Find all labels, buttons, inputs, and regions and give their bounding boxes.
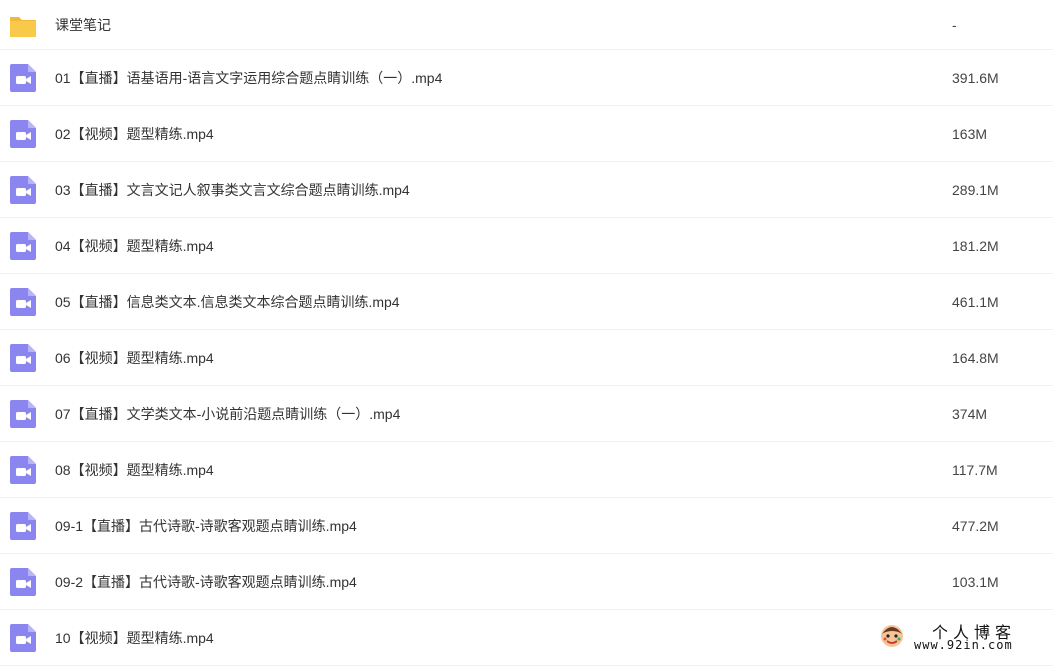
- avatar-icon: [881, 625, 903, 647]
- list-item[interactable]: 04【视频】题型精练.mp4 181.2M: [0, 218, 1053, 274]
- file-name: 07【直播】文学类文本-小说前沿题点睛训练（一）.mp4: [55, 405, 401, 422]
- list-item[interactable]: 03【直播】文言文记人叙事类文言文综合题点睛训练.mp4 289.1M: [0, 162, 1053, 218]
- list-item[interactable]: 02【视频】题型精练.mp4 163M: [0, 106, 1053, 162]
- file-size: 289.1M: [952, 181, 999, 198]
- watermark-url: www.92in.com: [914, 638, 1013, 652]
- video-file-icon: [10, 567, 36, 596]
- file-name: 05【直播】信息类文本.信息类文本综合题点睛训练.mp4: [55, 293, 400, 310]
- list-item[interactable]: 09-2【直播】古代诗歌-诗歌客观题点睛训练.mp4 103.1M: [0, 554, 1053, 610]
- video-file-icon: [10, 623, 36, 652]
- list-item[interactable]: 09-1【直播】古代诗歌-诗歌客观题点睛训练.mp4 477.2M: [0, 498, 1053, 554]
- file-size: 461.1M: [952, 293, 999, 310]
- file-size: 374M: [952, 405, 988, 422]
- video-file-icon: [10, 175, 36, 204]
- file-name: 09-2【直播】古代诗歌-诗歌客观题点睛训练.mp4: [55, 573, 357, 590]
- file-name: 03【直播】文言文记人叙事类文言文综合题点睛训练.mp4: [55, 181, 410, 198]
- list-item[interactable]: 05【直播】信息类文本.信息类文本综合题点睛训练.mp4 461.1M: [0, 274, 1053, 330]
- file-size: 103.1M: [952, 573, 999, 590]
- file-size: 117.7M: [952, 461, 998, 478]
- file-size: 477.2M: [952, 517, 999, 534]
- video-file-icon: [10, 287, 36, 316]
- file-size: 181.2M: [952, 237, 999, 254]
- file-name: 06【视频】题型精练.mp4: [55, 349, 214, 366]
- file-name: 02【视频】题型精练.mp4: [55, 125, 214, 142]
- video-file-icon: [10, 63, 36, 92]
- file-size: 164.8M: [952, 349, 999, 366]
- list-item[interactable]: 课堂笔记 -: [0, 0, 1053, 50]
- file-name: 04【视频】题型精练.mp4: [55, 237, 214, 254]
- folder-icon: [10, 16, 36, 37]
- video-file-icon: [10, 511, 36, 540]
- list-item[interactable]: 01【直播】语基语用-语言文字运用综合题点睛训练（一）.mp4 391.6M: [0, 50, 1053, 106]
- file-name: 课堂笔记: [55, 16, 111, 33]
- list-item[interactable]: 08【视频】题型精练.mp4 117.7M: [0, 442, 1053, 498]
- video-file-icon: [10, 455, 36, 484]
- file-name: 08【视频】题型精练.mp4: [55, 461, 214, 478]
- file-size: 163M: [952, 125, 988, 142]
- file-name: 10【视频】题型精练.mp4: [55, 629, 214, 646]
- list-item[interactable]: 06【视频】题型精练.mp4 164.8M: [0, 330, 1053, 386]
- file-name: 01【直播】语基语用-语言文字运用综合题点睛训练（一）.mp4: [55, 69, 443, 86]
- video-file-icon: [10, 231, 36, 260]
- video-file-icon: [10, 399, 36, 428]
- file-size: -: [952, 16, 957, 33]
- watermark: 个人博客 www.92in.com: [878, 618, 1048, 656]
- list-item[interactable]: 07【直播】文学类文本-小说前沿题点睛训练（一）.mp4 374M: [0, 386, 1053, 442]
- file-list: 课堂笔记 - 01【直播】语基语用-语言文字运用综合题点睛训练（一）.mp4 3…: [0, 0, 1053, 666]
- video-file-icon: [10, 119, 36, 148]
- file-size: 391.6M: [952, 69, 999, 86]
- file-name: 09-1【直播】古代诗歌-诗歌客观题点睛训练.mp4: [55, 517, 357, 534]
- video-file-icon: [10, 343, 36, 372]
